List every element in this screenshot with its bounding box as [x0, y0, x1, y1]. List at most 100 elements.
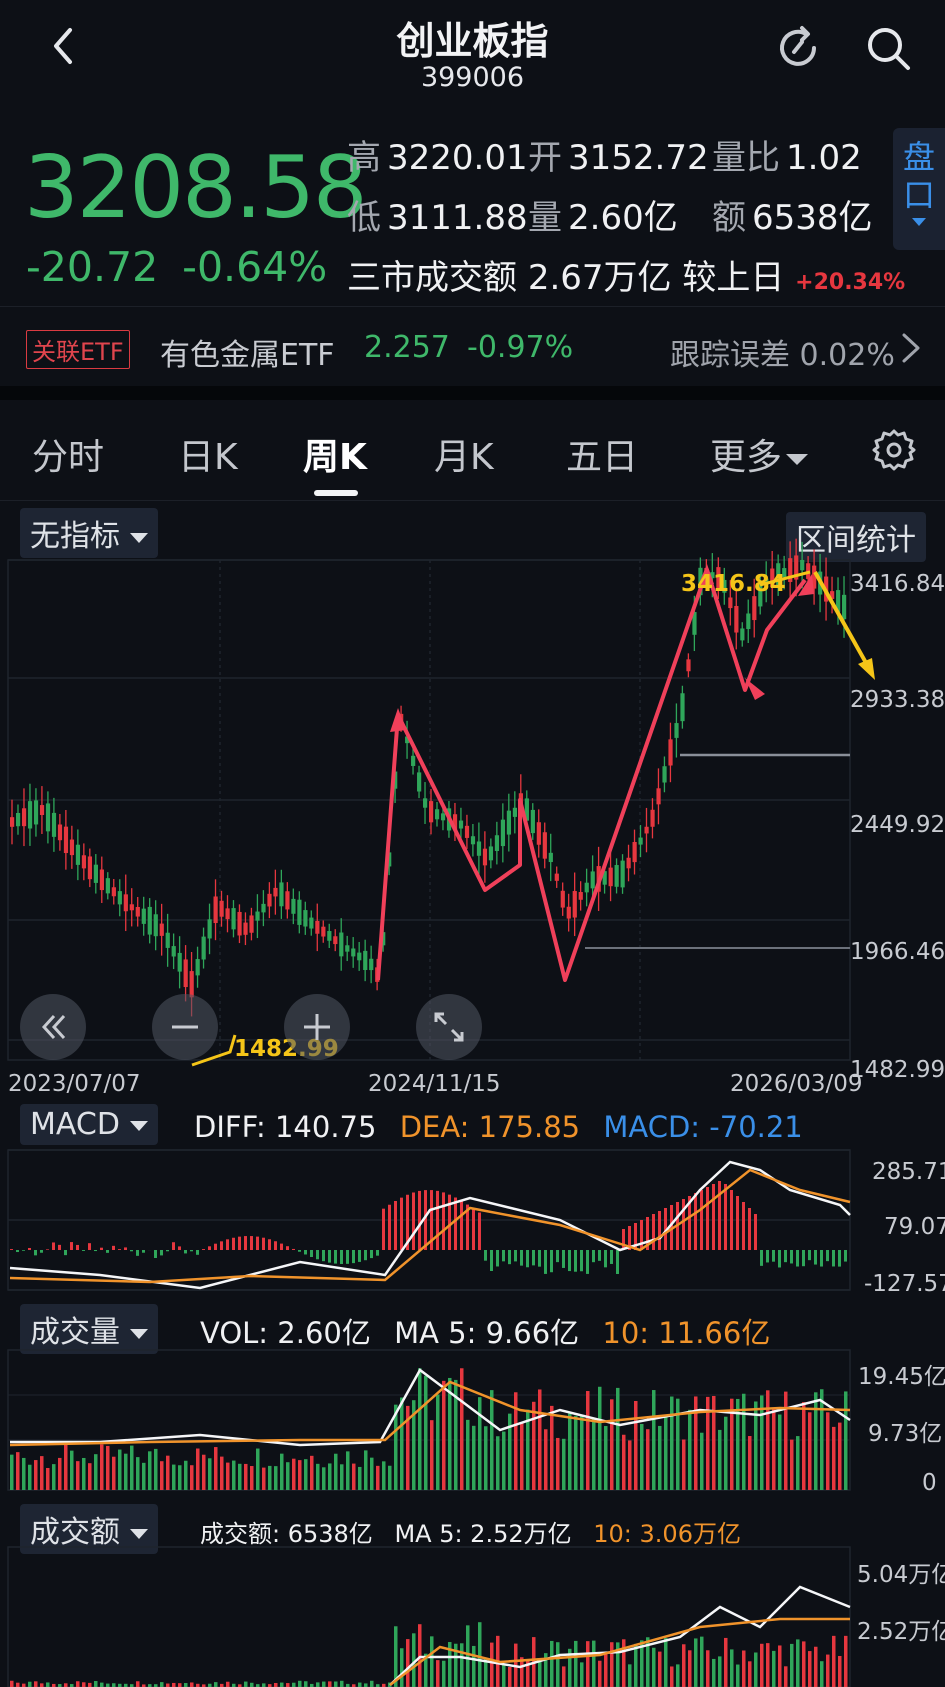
- order-book-tab[interactable]: 盘口: [893, 128, 945, 250]
- zoom-out-button[interactable]: [152, 994, 218, 1060]
- volume-bar: [424, 1375, 428, 1490]
- amount-bar: [406, 1639, 410, 1687]
- candle-body: [159, 923, 164, 936]
- amount-bar: [598, 1660, 602, 1687]
- caret-down-icon: [130, 532, 148, 543]
- volume-bar: [820, 1389, 824, 1490]
- tab-monthly-k[interactable]: 月K: [434, 428, 494, 480]
- caret-down-icon: [130, 1328, 148, 1339]
- amount-bar: [766, 1643, 770, 1687]
- macd-histogram-bar: [112, 1245, 115, 1250]
- macd-select[interactable]: MACD: [20, 1104, 158, 1145]
- stat-amount: 额 6538亿: [712, 198, 873, 238]
- volume-bar: [592, 1418, 596, 1490]
- tab-weekly-k[interactable]: 周K: [303, 428, 367, 480]
- macd-histogram-bar: [418, 1190, 421, 1250]
- macd-histogram-bar: [490, 1250, 493, 1272]
- candle-body: [482, 848, 488, 866]
- macd-histogram-bar: [412, 1192, 415, 1250]
- volume-bar: [370, 1457, 374, 1490]
- candle-body: [81, 855, 87, 869]
- amount-value: 成交额: 6538亿: [200, 1520, 373, 1548]
- amount-bar: [328, 1681, 332, 1687]
- range-stats-button[interactable]: 区间统计: [786, 512, 926, 562]
- candle-body: [297, 899, 302, 925]
- max-price-label: 3416.84: [681, 571, 786, 597]
- volume-bar: [28, 1464, 32, 1490]
- macd-histogram-bar: [778, 1250, 781, 1268]
- candle-body: [153, 914, 158, 937]
- amount-bar: [550, 1640, 554, 1687]
- candle-body: [423, 798, 428, 808]
- macd-histogram-bar: [484, 1250, 487, 1261]
- macd-histogram-bar: [34, 1250, 37, 1256]
- volume-bar: [118, 1449, 122, 1490]
- macd-histogram-bar: [760, 1250, 763, 1266]
- candle-body: [21, 808, 27, 827]
- volume-bar: [202, 1454, 206, 1490]
- amount-bar: [742, 1650, 746, 1687]
- macd-histogram-bar: [58, 1244, 61, 1250]
- tab-daily-k[interactable]: 日K: [178, 428, 238, 480]
- macd-histogram-bar: [598, 1250, 601, 1261]
- refresh-icon[interactable]: [772, 22, 824, 74]
- candle-body: [291, 898, 296, 914]
- stat-low: 低 3111.88: [347, 198, 528, 238]
- candle-body: [369, 958, 374, 971]
- macd-histogram-bar: [328, 1250, 331, 1263]
- candle-body: [608, 867, 613, 887]
- fullscreen-button[interactable]: [416, 994, 482, 1060]
- macd-histogram-bar: [616, 1250, 619, 1274]
- macd-histogram-bar: [742, 1202, 745, 1250]
- volume-bar: [40, 1456, 44, 1490]
- macd-histogram-bar: [292, 1248, 295, 1250]
- macd-histogram-bar: [352, 1250, 355, 1264]
- vs-prev-value: +20.34%: [795, 270, 906, 295]
- macd-histogram-bar: [130, 1250, 133, 1252]
- candle-body: [512, 807, 517, 817]
- volume-bar: [250, 1466, 254, 1490]
- amount-bar: [820, 1661, 824, 1687]
- volume-bar: [814, 1392, 818, 1490]
- amount-bar: [112, 1683, 116, 1687]
- volume-bar: [322, 1467, 326, 1490]
- search-icon[interactable]: [864, 24, 912, 72]
- macd-histogram-bar: [46, 1249, 49, 1250]
- candle-body: [231, 908, 236, 930]
- volume-bar: [76, 1461, 80, 1490]
- volume-bar: [784, 1391, 788, 1490]
- tab-more[interactable]: 更多: [710, 428, 809, 480]
- tab-five-day[interactable]: 五日: [566, 428, 638, 480]
- macd-histogram-bar: [436, 1190, 439, 1250]
- candle-body: [117, 891, 122, 905]
- amount-bar: [316, 1682, 320, 1687]
- market-turnover: 三市成交额 2.67万亿 较上日 +20.34%: [347, 250, 905, 299]
- related-etf-row[interactable]: 关联ETF 有色金属ETF 2.257 -0.97% 跟踪误差 0.02%: [0, 306, 945, 387]
- candle-body: [800, 559, 805, 571]
- volume-legend: VOL: 2.60亿 MA 5: 9.66亿 10: 11.66亿: [200, 1310, 770, 1352]
- volume-bar: [544, 1429, 548, 1490]
- candle-body: [219, 900, 224, 917]
- tab-intraday[interactable]: 分时: [32, 428, 104, 480]
- volume-select[interactable]: 成交量: [20, 1304, 158, 1354]
- volume-bar: [262, 1467, 266, 1490]
- zoom-in-button[interactable]: [284, 994, 350, 1060]
- expand-icon: [434, 1012, 464, 1042]
- macd-histogram-bar: [496, 1250, 499, 1267]
- amount-bar: [226, 1681, 230, 1687]
- candle-body: [57, 824, 63, 841]
- scroll-left-button[interactable]: [20, 994, 86, 1060]
- macd-histogram-bar: [514, 1250, 517, 1262]
- candle-body: [273, 887, 278, 897]
- gear-icon[interactable]: [872, 428, 916, 472]
- double-chevron-left-icon: [41, 1014, 66, 1040]
- amount-bar: [16, 1682, 20, 1687]
- macd-histogram-bar: [460, 1200, 463, 1250]
- amount-bar: [592, 1640, 596, 1687]
- macd-diff: DIFF: 140.75: [194, 1110, 377, 1144]
- candle-body: [351, 948, 356, 957]
- volume-bar: [136, 1457, 140, 1490]
- indicator-select[interactable]: 无指标: [20, 508, 158, 558]
- candle-body: [752, 596, 757, 621]
- amount-bar: [754, 1652, 758, 1687]
